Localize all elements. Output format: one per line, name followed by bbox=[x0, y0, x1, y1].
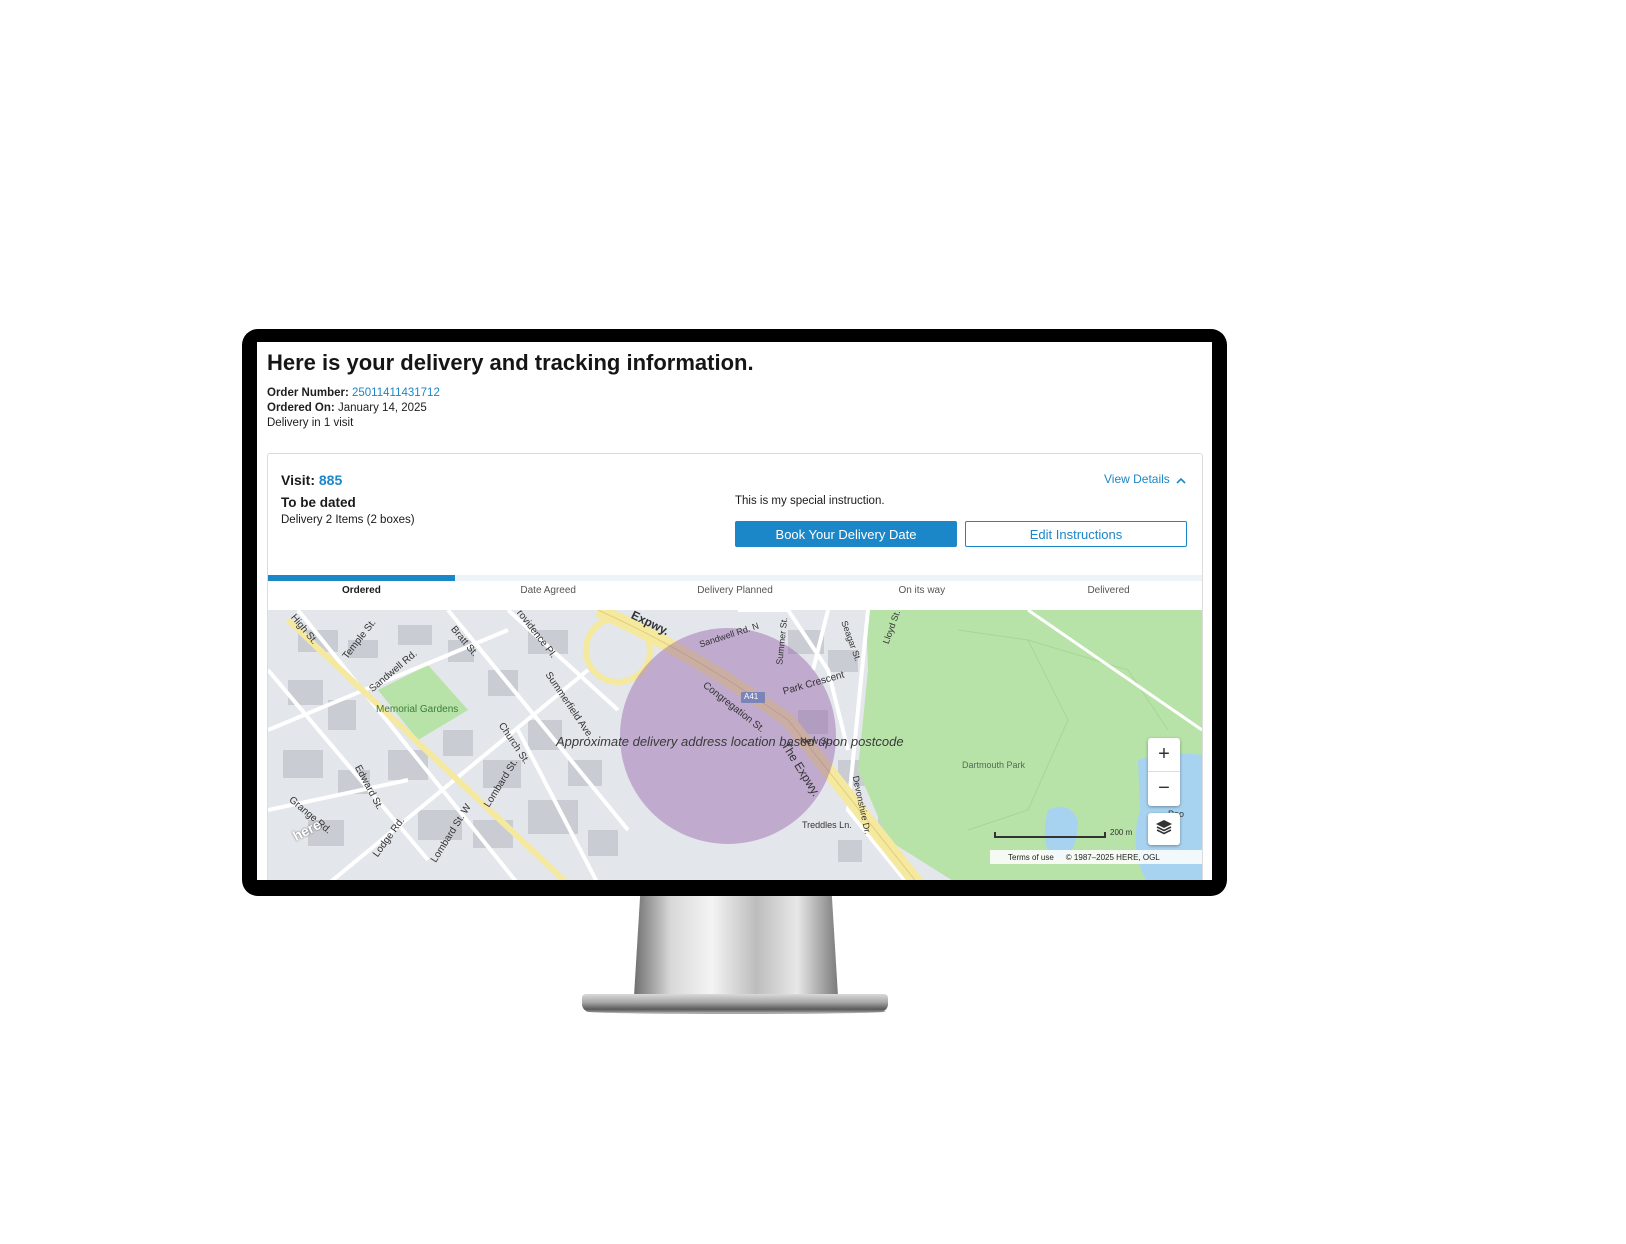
progress-step: Delivered bbox=[1087, 585, 1130, 596]
visit-status: To be dated bbox=[281, 495, 356, 510]
zoom-out-button[interactable]: − bbox=[1148, 772, 1180, 805]
ordered-on-row: Ordered On: January 14, 2025 bbox=[267, 402, 427, 414]
page-title: Here is your delivery and tracking infor… bbox=[267, 350, 754, 375]
visit-card: Visit: 885 To be dated Delivery 2 Items … bbox=[267, 453, 1203, 880]
chevron-up-icon bbox=[1176, 473, 1186, 487]
order-number-row: Order Number: 25011411431712 bbox=[267, 387, 440, 399]
progress-fill bbox=[268, 575, 455, 581]
map-scale-bar bbox=[994, 832, 1106, 838]
map-place-label: Memorial Gardens bbox=[376, 704, 459, 715]
monitor-stand-base bbox=[582, 994, 888, 1012]
map-caption: Approximate delivery address location ba… bbox=[556, 734, 904, 749]
ordered-on-label: Ordered On: bbox=[267, 402, 335, 414]
map-place-label: Dartmouth Park bbox=[962, 760, 1026, 770]
road-marker: A41 bbox=[744, 692, 759, 701]
progress-step: Ordered bbox=[341, 585, 381, 596]
progress-step: Date Agreed bbox=[520, 585, 576, 596]
progress-step: Delivery Planned bbox=[697, 585, 773, 596]
zoom-in-button[interactable]: + bbox=[1148, 738, 1180, 772]
progress-step: On its way bbox=[898, 585, 946, 596]
progress-steps: Ordered Date Agreed Delivery Planned On its… bbox=[268, 585, 1202, 601]
delivery-map[interactable]: High St. Temple St. Sandwell Rd. Bratt S… bbox=[268, 610, 1202, 880]
layers-button[interactable] bbox=[1148, 813, 1180, 845]
progress-track bbox=[268, 575, 1202, 581]
visit-label: Visit: bbox=[281, 472, 315, 488]
view-details-label: View Details bbox=[1104, 472, 1170, 486]
view-details-toggle[interactable]: View Details bbox=[1104, 472, 1186, 487]
layers-icon bbox=[1155, 819, 1173, 840]
monitor-stand bbox=[634, 896, 838, 996]
book-delivery-date-button[interactable]: Book Your Delivery Date bbox=[735, 521, 957, 547]
visit-items: Delivery 2 Items (2 boxes) bbox=[281, 514, 415, 526]
ordered-on-value: January 14, 2025 bbox=[337, 402, 427, 414]
order-number-link[interactable]: 25011411431712 bbox=[352, 387, 440, 399]
map-attribution: Terms of use © 1987–2025 HERE, OGL bbox=[990, 850, 1202, 864]
visit-heading: Visit: 885 bbox=[281, 472, 342, 488]
edit-instructions-button[interactable]: Edit Instructions bbox=[965, 521, 1187, 547]
map-street-label: Treddles Ln. bbox=[802, 820, 852, 830]
screen: Here is your delivery and tracking infor… bbox=[257, 342, 1212, 880]
order-number-label: Order Number: bbox=[267, 387, 349, 399]
map-copyright: © 1987–2025 HERE, OGL bbox=[1065, 852, 1160, 862]
zoom-control: + − bbox=[1148, 738, 1180, 806]
map-scale-label: 200 m bbox=[1110, 828, 1133, 837]
visit-number: 885 bbox=[318, 472, 343, 488]
delivery-visits: Delivery in 1 visit bbox=[267, 417, 354, 429]
special-instruction: This is my special instruction. bbox=[735, 495, 885, 507]
terms-of-use-link[interactable]: Terms of use bbox=[1008, 853, 1054, 862]
